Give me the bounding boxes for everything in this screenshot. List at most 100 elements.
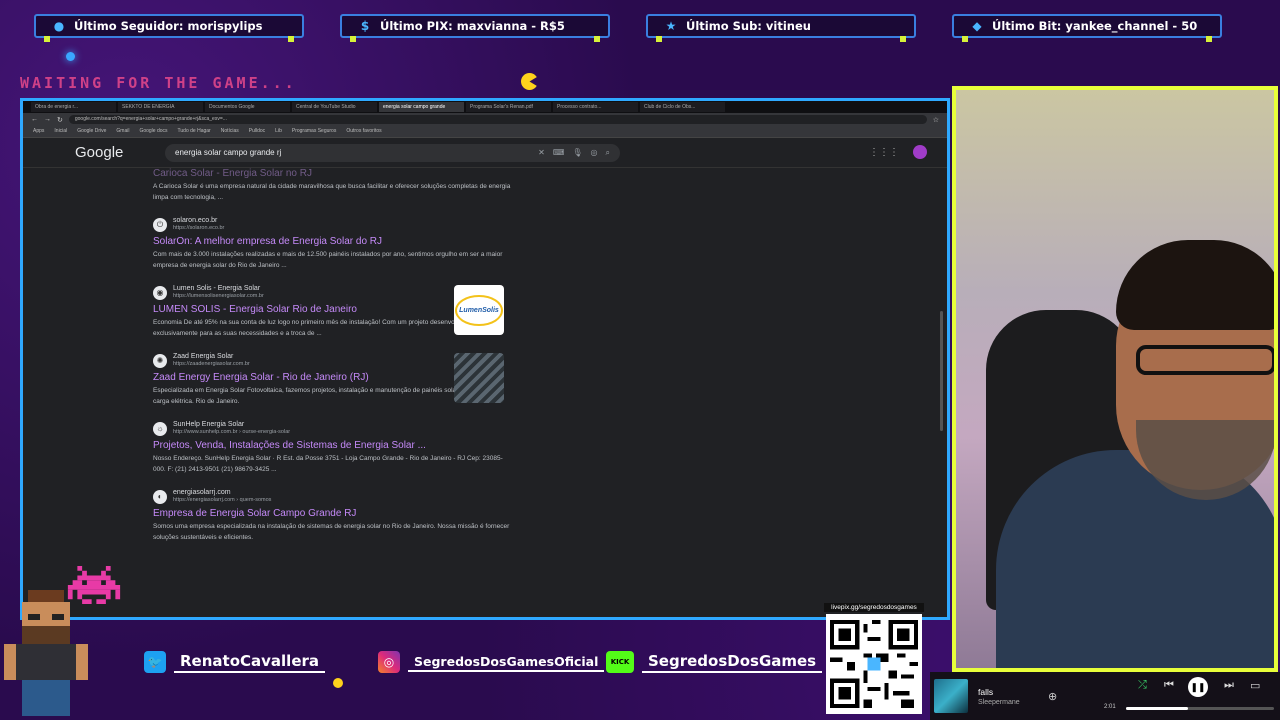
result-url: https://energiasolarrj.com › quem-somos <box>173 497 272 503</box>
browser-tab[interactable]: Processo contrato... <box>553 102 638 112</box>
address-bar[interactable]: google.com/search?q=energia+solar+campo+… <box>68 115 927 124</box>
qr-code <box>826 614 922 714</box>
result-site[interactable]: ◐ energiasolarrj.com https://energiasola… <box>153 489 513 504</box>
result-title[interactable]: Empresa de Energia Solar Campo Grande RJ <box>153 507 513 520</box>
page-scrollbar[interactable] <box>940 311 943 431</box>
avatar[interactable] <box>913 145 927 159</box>
google-logo[interactable]: Google <box>75 144 145 161</box>
bookmark-item[interactable]: Google Drive <box>77 128 106 135</box>
song-title[interactable]: falls <box>978 687 1038 697</box>
result-item: ◐ energiasolarrj.com https://energiasola… <box>153 489 513 543</box>
tab-strip: Obra de energia r... SEKKTO DE ENERGIA D… <box>23 101 947 113</box>
instagram-label: SegredosDosGamesOficial <box>408 653 605 672</box>
lyrics-icon[interactable]: ▭ <box>1250 679 1260 692</box>
lens-icon[interactable]: ◎ <box>591 148 598 157</box>
result-title[interactable]: Projetos, Venda, Instalações de Sistemas… <box>153 439 513 452</box>
search-results: Carioca Solar - Energia Solar no RJ A Ca… <box>153 168 513 557</box>
browser-tab[interactable]: SEKKTO DE ENERGIA <box>118 102 203 112</box>
streamer-glasses <box>1136 345 1274 375</box>
alert-follower: ● Último Seguidor: morispylips <box>34 14 304 42</box>
browser-tab[interactable]: Documentos Google <box>205 102 290 112</box>
forward-icon[interactable]: → <box>44 116 51 123</box>
next-icon[interactable]: ⏭ <box>1224 679 1234 692</box>
twitter-label: RenatoCavallera <box>174 651 326 673</box>
keyboard-icon[interactable]: ⌨ <box>553 148 565 157</box>
browser-tab[interactable]: Obra de energia r... <box>31 102 116 112</box>
waiting-text: WAITING FOR THE GAME... <box>20 74 297 92</box>
result-snippet: A Carioca Solar é uma empresa natural da… <box>153 183 511 201</box>
clear-icon[interactable]: ✕ <box>538 148 545 157</box>
qr-code-image <box>830 620 918 708</box>
diamond-icon: ◆ <box>972 19 982 33</box>
progress-bar[interactable] <box>1126 707 1274 710</box>
mic-icon[interactable]: 🎙 <box>572 148 582 157</box>
bookmark-item[interactable]: Tudo de Hagar <box>178 128 211 135</box>
browser-tab-active[interactable]: energia solar campo grande <box>379 102 464 112</box>
result-thumbnail[interactable] <box>454 353 504 403</box>
result-item: ◉ Lumen Solis - Energia Solar https://lu… <box>153 285 513 339</box>
result-item: ✺ Zaad Energia Solar https://zaadenergia… <box>153 353 513 407</box>
music-player: falls Sleepermane ⊕ ⤮ ⏮ ❚❚ ⏭ ▭ 2:01 <box>930 672 1280 720</box>
bookmark-item[interactable]: Outros favoritos <box>346 128 381 135</box>
bookmark-item[interactable]: Programas Seguros <box>292 128 336 135</box>
lumen-logo: LumenSolis <box>455 294 503 326</box>
twitter-icon: 🐦 <box>144 651 166 673</box>
back-icon[interactable]: ← <box>31 116 38 123</box>
result-site-name: energiasolarrj.com <box>173 489 231 496</box>
progress-fill <box>1126 707 1189 710</box>
result-url: https://zaadenergiasolar.com.br <box>173 361 250 367</box>
bookmark-item[interactable]: Notícias <box>221 128 239 135</box>
album-art[interactable] <box>934 679 968 713</box>
bookmark-item[interactable]: Lib <box>275 128 282 135</box>
result-thumbnail[interactable]: LumenSolis <box>454 285 504 335</box>
alert-sub: ★ Último Sub: vitineu <box>646 14 916 42</box>
previous-icon[interactable]: ⏮ <box>1164 679 1174 692</box>
browser-tab[interactable]: Central de YouTube Studio <box>292 102 377 112</box>
coin-icon <box>333 678 343 688</box>
instagram-icon: ◎ <box>378 651 400 673</box>
browser-tab[interactable]: Club de Ciclo de Obs... <box>640 102 725 112</box>
reload-icon[interactable]: ↻ <box>57 116 63 124</box>
bookmark-item[interactable]: Inicial <box>54 128 67 135</box>
google-search-box[interactable]: energia solar campo grande rj ✕ ⌨ 🎙 ◎ ⌕ <box>165 143 620 162</box>
add-to-library-icon[interactable]: ⊕ <box>1048 690 1057 703</box>
pause-button[interactable]: ❚❚ <box>1188 677 1208 697</box>
alert-pix: $ Último PIX: maxvianna - R$5 <box>340 14 610 42</box>
search-query[interactable]: energia solar campo grande rj <box>175 148 530 157</box>
artist-name[interactable]: Sleepermane <box>978 699 1038 706</box>
result-title[interactable]: Carioca Solar - Energia Solar no RJ <box>153 167 513 180</box>
search-icon[interactable]: ⌕ <box>606 148 610 158</box>
bookmark-item[interactable]: Pulldoc <box>249 128 265 135</box>
browser-tab[interactable]: Programa Solar's Renan.pdf <box>466 102 551 112</box>
result-site-name: Lumen Solis - Energia Solar <box>173 285 261 292</box>
instagram-handle: ◎ SegredosDosGamesOficial <box>378 650 605 674</box>
bookmark-item[interactable]: Gmail <box>116 128 129 135</box>
webcam-feed <box>952 86 1278 672</box>
result-site[interactable]: ⏻ solaron.eco.br https://solaron.eco.br <box>153 217 513 232</box>
result-site[interactable]: ☼ SunHelp Energia Solar http://www.sunhe… <box>153 421 513 436</box>
result-title[interactable]: SolarOn: A melhor empresa de Energia Sol… <box>153 235 513 248</box>
site-favicon-icon: ◉ <box>153 285 167 300</box>
bookmark-star-icon[interactable]: ☆ <box>933 116 939 124</box>
bookmark-item[interactable]: Google docs <box>139 128 167 135</box>
result-site-name: Zaad Energia Solar <box>173 353 234 360</box>
bookmark-item[interactable]: Apps <box>33 128 44 135</box>
alert-bit-text: Último Bit: yankee_channel - 50 <box>992 19 1198 33</box>
result-url: http://www.sunhelp.com.br › ourse-energi… <box>173 429 291 435</box>
site-favicon-icon: ✺ <box>153 353 167 368</box>
track-info: falls Sleepermane <box>978 687 1038 706</box>
apps-grid-icon[interactable]: ⋮⋮⋮ <box>869 147 899 158</box>
shuffle-icon[interactable]: ⤮ <box>1138 679 1147 692</box>
alert-sub-text: Último Sub: vitineu <box>686 19 811 33</box>
kick-icon: KICK <box>606 651 634 673</box>
pacman-icon <box>521 73 538 90</box>
result-site-name: SunHelp Energia Solar <box>173 421 245 428</box>
pix-icon: $ <box>360 19 370 33</box>
kick-label: SegredosDosGames <box>642 651 823 673</box>
google-header: Google energia solar campo grande rj ✕ ⌨… <box>23 138 947 168</box>
browser-window: Obra de energia r... SEKKTO DE ENERGIA D… <box>20 98 950 620</box>
blue-dot-decoration <box>66 52 75 61</box>
site-favicon-icon: ◐ <box>153 489 167 504</box>
user-icon: ● <box>53 19 65 33</box>
twitter-handle: 🐦 RenatoCavallera <box>144 650 326 674</box>
